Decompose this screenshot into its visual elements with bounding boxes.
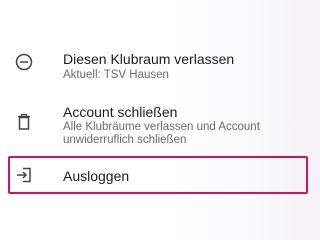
close-account-subtitle: Alle Klubräume verlassen und Account unw… bbox=[63, 121, 260, 146]
leave-clubroom-item[interactable]: Diesen Klubraum verlassen Aktuell: TSV H… bbox=[0, 44, 320, 88]
leave-clubroom-title: Diesen Klubraum verlassen bbox=[63, 51, 235, 67]
close-account-title: Account schließen bbox=[63, 104, 178, 120]
close-account-item[interactable]: Account schließen Alle Klubräume verlass… bbox=[0, 98, 320, 154]
logout-title: Ausloggen bbox=[63, 168, 130, 184]
leave-clubroom-subtitle: Aktuell: TSV Hausen bbox=[63, 69, 169, 81]
logout-icon bbox=[14, 165, 34, 185]
minus-circle-icon bbox=[14, 52, 34, 72]
trash-icon bbox=[14, 112, 34, 132]
logout-item[interactable]: Ausloggen bbox=[8, 156, 308, 194]
